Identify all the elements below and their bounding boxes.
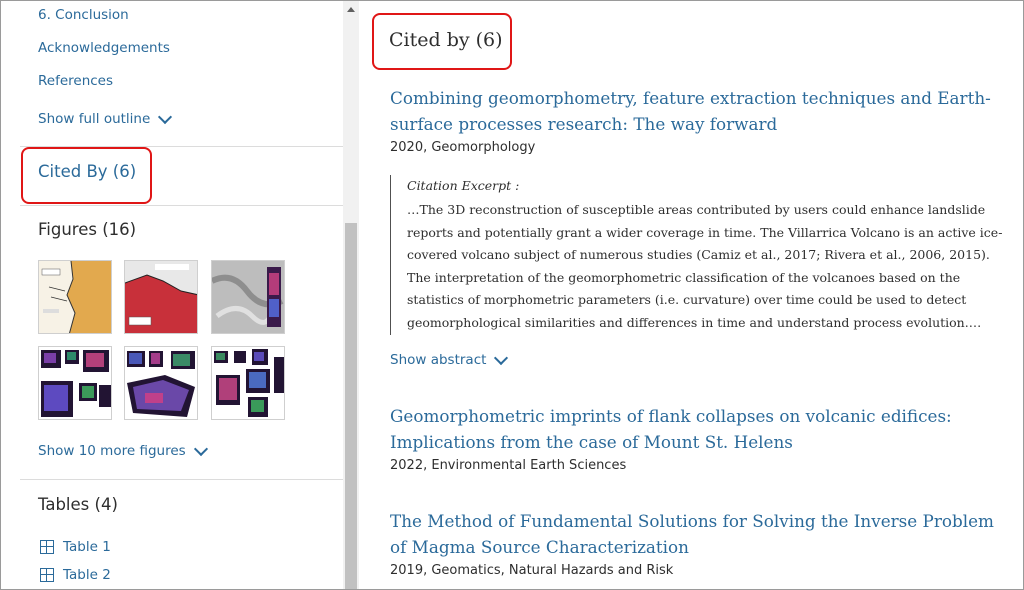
article-meta: 2022, Environmental Earth Sciences (390, 458, 627, 473)
highlight-box-sidebar (21, 147, 152, 204)
figures-section-title: Figures (16) (38, 220, 137, 239)
outline-link-acknowledgements[interactable]: Acknowledgements (38, 40, 170, 56)
figure-thumbnail-4[interactable] (38, 346, 112, 420)
table-link-label: Table 2 (63, 567, 111, 583)
article-title-link[interactable]: Geomorphometric imprints of flank collap… (390, 403, 1015, 455)
outline-link-conclusion[interactable]: 6. Conclusion (38, 7, 129, 23)
figure-thumbnail-6[interactable] (211, 346, 285, 420)
chevron-down-icon (494, 350, 509, 366)
citation-excerpt-text: …The 3D reconstruction of susceptible ar… (407, 202, 1003, 330)
table-icon (40, 568, 54, 582)
figure-thumbnail-3[interactable] (211, 260, 285, 334)
divider (20, 205, 343, 206)
chevron-down-icon (158, 109, 173, 125)
show-full-outline-label: Show full outline (38, 111, 151, 127)
table-icon (40, 540, 54, 554)
citation-excerpt: Citation Excerpt : …The 3D reconstructio… (390, 175, 1010, 335)
figure-thumbnail-5[interactable] (124, 346, 198, 420)
article-meta: 2019, Geomatics, Natural Hazards and Ris… (390, 563, 674, 578)
scrollbar-thumb[interactable] (345, 223, 357, 589)
outline-link-references[interactable]: References (38, 73, 113, 89)
article-title-link[interactable]: Combining geomorphometry, feature extrac… (390, 85, 1015, 137)
outline-sidebar: 6. Conclusion Acknowledgements Reference… (1, 1, 343, 589)
show-more-figures-label: Show 10 more figures (38, 443, 186, 459)
page-frame: 6. Conclusion Acknowledgements Reference… (0, 0, 1024, 590)
show-abstract-button[interactable]: Show abstract (390, 350, 509, 368)
table-link-label: Table 1 (63, 539, 111, 555)
table-link-2[interactable]: Table 2 (40, 567, 111, 583)
figure-thumbnail-1[interactable] (38, 260, 112, 334)
citation-excerpt-label: Citation Excerpt : (407, 178, 520, 193)
table-link-1[interactable]: Table 1 (40, 539, 111, 555)
article-meta: 2020, Geomorphology (390, 140, 536, 155)
figure-thumbnail-2[interactable] (124, 260, 198, 334)
cited-by-panel: Cited by (6) Combining geomorphometry, f… (359, 1, 1023, 589)
divider (20, 479, 343, 480)
show-abstract-label: Show abstract (390, 352, 487, 368)
show-more-figures-button[interactable]: Show 10 more figures (38, 441, 208, 459)
scroll-up-icon[interactable] (347, 7, 355, 12)
chevron-down-icon (193, 441, 208, 457)
sidebar-scrollbar[interactable] (343, 1, 359, 589)
show-full-outline-button[interactable]: Show full outline (38, 109, 173, 127)
article-title-link[interactable]: The Method of Fundamental Solutions for … (390, 508, 1015, 560)
highlight-box-main (372, 13, 512, 70)
tables-section-title: Tables (4) (38, 495, 118, 514)
